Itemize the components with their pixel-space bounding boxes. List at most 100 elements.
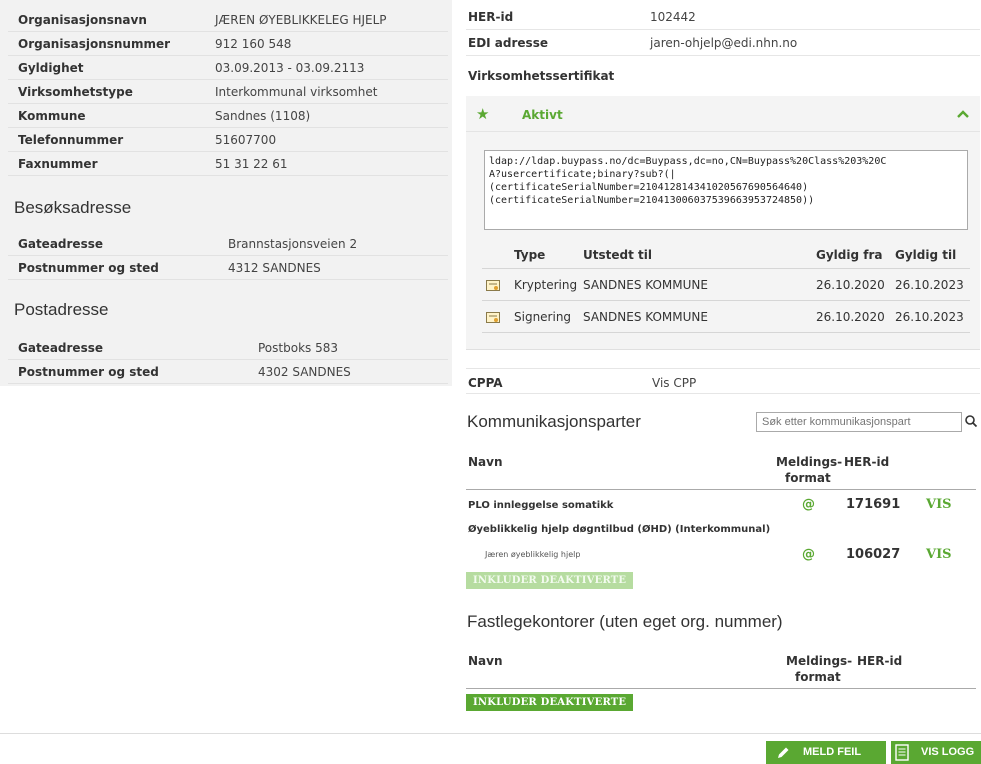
certificate-accordion-header[interactable]: ★ Aktivt xyxy=(466,96,980,132)
col-type: Type xyxy=(514,248,546,262)
field-value: 51 31 22 61 xyxy=(215,157,288,171)
search-icon[interactable] xyxy=(964,414,978,428)
her-id-row: HER-id 102442 xyxy=(466,6,980,30)
org-row-municipality: Kommune Sandnes (1108) xyxy=(8,104,448,128)
cert-issued-to: SANDNES KOMMUNE xyxy=(583,310,708,324)
field-label: Gateadresse xyxy=(18,237,103,251)
divider xyxy=(482,332,970,333)
post-row-postal: Postnummer og sted 4302 SANDNES xyxy=(8,360,448,384)
field-value: 03.09.2013 - 03.09.2113 xyxy=(215,61,365,75)
cert-issued-to: SANDNES KOMMUNE xyxy=(583,278,708,292)
button-label: MELD FEIL xyxy=(803,746,862,758)
divider xyxy=(482,300,970,301)
visit-row-street: Gateadresse Brannstasjonsveien 2 xyxy=(8,232,448,256)
pencil-icon xyxy=(778,747,789,758)
party-name: PLO innleggelse somatikk xyxy=(468,500,614,511)
field-value: 4302 SANDNES xyxy=(258,365,351,379)
divider xyxy=(466,489,976,490)
cert-valid-to: 26.10.2023 xyxy=(895,278,964,292)
certificate-icon[interactable] xyxy=(486,312,500,324)
post-address-heading: Postadresse xyxy=(14,300,109,319)
field-label: Organisasjonsnavn xyxy=(18,13,147,27)
field-label: EDI adresse xyxy=(468,36,548,50)
organisation-panel: Organisasjonsnavn JÆREN ØYEBLIKKELEG HJE… xyxy=(0,0,452,386)
org-row-number: Organisasjonsnummer 912 160 548 xyxy=(8,32,448,56)
divider xyxy=(466,688,976,689)
col-name: Navn xyxy=(468,455,503,469)
org-row-name: Organisasjonsnavn JÆREN ØYEBLIKKELEG HJE… xyxy=(8,8,448,32)
divider xyxy=(482,268,970,269)
col-format-line2: format xyxy=(795,670,841,684)
document-icon xyxy=(895,744,909,761)
chevron-up-icon[interactable] xyxy=(956,107,970,121)
org-row-type: Virksomhetstype Interkommunal virksomhet xyxy=(8,80,448,104)
search-input[interactable] xyxy=(756,412,962,432)
at-icon: @ xyxy=(802,497,815,512)
cert-valid-to: 26.10.2023 xyxy=(895,310,964,324)
cert-valid-from: 26.10.2020 xyxy=(816,278,885,292)
col-format-line2: format xyxy=(785,471,831,485)
star-icon: ★ xyxy=(476,105,490,123)
party-her-id: 106027 xyxy=(846,547,901,562)
certificate-status: Aktivt xyxy=(522,108,563,122)
field-label: Gyldighet xyxy=(18,61,84,75)
at-icon: @ xyxy=(802,547,815,562)
field-value: 4312 SANDNES xyxy=(228,261,321,275)
view-party-link[interactable]: VIS xyxy=(926,547,952,562)
field-value: Brannstasjonsveien 2 xyxy=(228,237,358,251)
col-issued-to: Utstedt til xyxy=(583,248,652,262)
include-deactivated-button[interactable]: INKLUDER DEAKTIVERTE xyxy=(466,572,634,589)
field-value: JÆREN ØYEBLIKKELEG HJELP xyxy=(215,13,387,27)
org-row-fax: Faxnummer 51 31 22 61 xyxy=(8,152,448,176)
footer-divider xyxy=(0,733,981,734)
ldap-textarea[interactable]: ldap://ldap.buypass.no/dc=Buypass,dc=no,… xyxy=(484,150,968,230)
view-cpp-link[interactable]: Vis CPP xyxy=(652,376,696,390)
include-deactivated-button[interactable]: INKLUDER DEAKTIVERTE xyxy=(466,694,634,711)
col-valid-to: Gyldig til xyxy=(895,248,957,262)
cert-valid-from: 26.10.2020 xyxy=(816,310,885,324)
party-name: Jæren øyeblikkelig hjelp xyxy=(485,550,581,559)
col-format-line1: Meldings- xyxy=(786,654,853,668)
field-label: Organisasjonsnummer xyxy=(18,37,171,51)
field-value: jaren-ohjelp@edi.nhn.no xyxy=(650,36,798,50)
field-label: Faxnummer xyxy=(18,157,98,171)
col-format-line1: Meldings- xyxy=(776,455,843,469)
field-label: HER-id xyxy=(468,10,514,24)
button-label: VIS LOGG xyxy=(921,746,975,758)
gp-offices-heading: Fastlegekontorer (uten eget org. nummer) xyxy=(467,612,783,631)
field-label: Postnummer og sted xyxy=(18,261,159,275)
field-label: CPPA xyxy=(468,376,503,390)
cert-type: Signering xyxy=(514,310,572,324)
party-her-id: 171691 xyxy=(846,497,901,512)
group-name: Øyeblikkelig hjelp døgntilbud (ØHD) (Int… xyxy=(468,524,771,535)
visit-address-heading: Besøksadresse xyxy=(14,198,132,217)
org-row-phone: Telefonnummer 51607700 xyxy=(8,128,448,152)
field-value: Sandnes (1108) xyxy=(215,109,311,123)
org-row-validity: Gyldighet 03.09.2013 - 03.09.2113 xyxy=(8,56,448,80)
field-value: 102442 xyxy=(650,10,696,24)
visit-row-postal: Postnummer og sted 4312 SANDNES xyxy=(8,256,448,280)
field-label: Gateadresse xyxy=(18,341,103,355)
cert-type: Kryptering xyxy=(514,278,578,292)
field-value: 912 160 548 xyxy=(215,37,292,51)
communication-parties-heading: Kommunikasjonsparter xyxy=(467,412,641,431)
phone-link[interactable]: 51607700 xyxy=(215,133,276,147)
cppa-row: CPPA Vis CPP xyxy=(466,368,980,394)
col-her-id: HER-id xyxy=(844,455,890,469)
post-row-street: Gateadresse Postboks 583 xyxy=(8,336,448,360)
field-label: Postnummer og sted xyxy=(18,365,159,379)
edi-address-row: EDI adresse jaren-ohjelp@edi.nhn.no xyxy=(466,32,980,56)
field-label: Virksomhetstype xyxy=(18,85,133,99)
report-error-button[interactable]: MELD FEIL xyxy=(766,741,886,764)
field-label: Telefonnummer xyxy=(18,133,124,147)
col-name: Navn xyxy=(468,654,503,668)
certificate-icon[interactable] xyxy=(486,280,500,292)
certificate-panel: ★ Aktivt ldap://ldap.buypass.no/dc=Buypa… xyxy=(466,96,980,350)
field-value: Interkommunal virksomhet xyxy=(215,85,378,99)
field-value: Postboks 583 xyxy=(258,341,338,355)
view-log-button[interactable]: VIS LOGG xyxy=(891,741,981,764)
col-her-id: HER-id xyxy=(857,654,903,668)
view-party-link[interactable]: VIS xyxy=(926,497,952,512)
field-label: Kommune xyxy=(18,109,86,123)
certificate-heading: Virksomhetssertifikat xyxy=(468,69,615,83)
